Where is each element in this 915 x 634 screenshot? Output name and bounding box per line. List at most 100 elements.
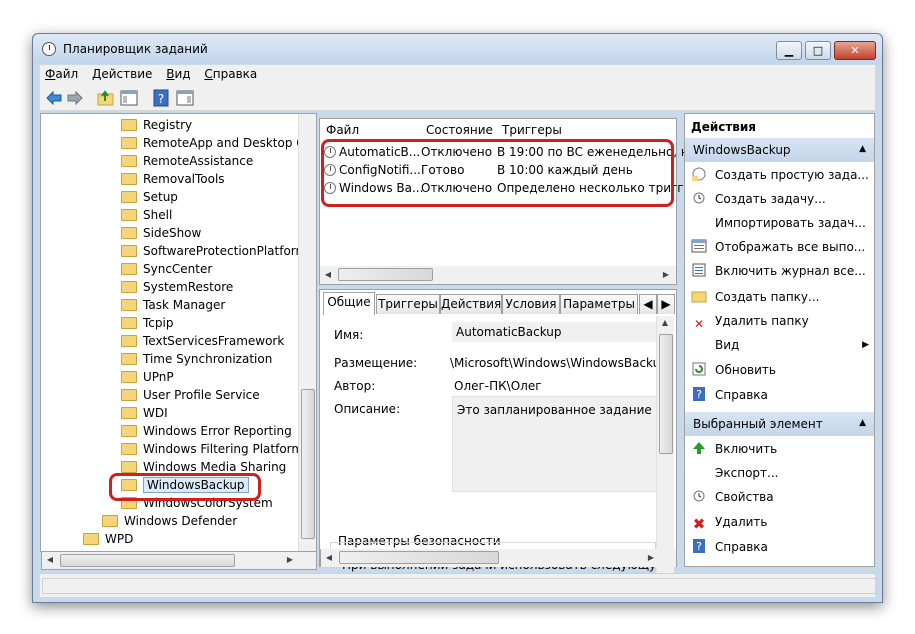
folder-icon	[121, 443, 137, 455]
collapse-arrow-icon[interactable]: ▲	[859, 144, 866, 154]
details-vertical-scrollbar[interactable]: ▲ ▼	[656, 316, 674, 574]
menu-action[interactable]: Действие	[87, 65, 157, 83]
tab-triggers[interactable]: Триггеры	[376, 294, 440, 314]
description-text: Это запланированное задание выпо	[457, 403, 655, 417]
highlight-box	[109, 473, 261, 501]
scroll-right-arrow-icon[interactable]: ▶	[643, 553, 659, 562]
minimize-button[interactable]: ▁	[776, 41, 802, 60]
action-enable-history[interactable]: Включить журнал все...	[691, 262, 866, 280]
scroll-left-arrow-icon[interactable]: ◀	[42, 555, 58, 564]
task-horizontal-scrollbar[interactable]: ◀ ▶	[320, 266, 676, 284]
column-header-status[interactable]: Состояние	[426, 123, 493, 137]
show-hide-console-tree-icon[interactable]	[120, 89, 138, 107]
details-horizontal-scrollbar[interactable]: ◀ ▶	[320, 549, 677, 567]
status-bar	[40, 573, 878, 597]
tree-item[interactable]: WDI	[121, 404, 168, 422]
action-refresh[interactable]: Обновить	[691, 361, 776, 379]
scroll-thumb[interactable]	[60, 554, 235, 567]
name-label: Имя:	[334, 328, 364, 342]
description-field[interactable]: Это запланированное задание выпо	[452, 396, 658, 492]
forward-arrow-icon[interactable]	[66, 89, 84, 107]
tree-horizontal-scrollbar[interactable]: ◀ ▶	[41, 552, 317, 570]
tab-actions[interactable]: Действия	[440, 294, 502, 314]
tree-item[interactable]: RemoteAssistance	[121, 152, 253, 170]
collapse-arrow-icon[interactable]: ▲	[859, 418, 866, 428]
tree-item[interactable]: UPnP	[121, 368, 174, 386]
action-display-running[interactable]: Отображать все выпо...	[691, 238, 865, 256]
action-create-basic-task[interactable]: Создать простую зада...	[691, 166, 869, 184]
tree-item[interactable]: RemovalTools	[121, 170, 225, 188]
folder-icon	[121, 155, 137, 167]
menu-help[interactable]: Справка	[199, 65, 262, 83]
column-header-file[interactable]: Файл	[326, 123, 359, 137]
tree-item[interactable]: Task Manager	[121, 296, 225, 314]
folder-icon	[121, 191, 137, 203]
action-create-task[interactable]: Создать задачу...	[691, 190, 826, 208]
tree-item[interactable]: RemoteApp and Desktop Co	[121, 134, 312, 152]
action-import-task[interactable]: Импортировать задач...	[691, 214, 866, 232]
menu-file[interactable]: Файл	[40, 65, 83, 83]
tab-settings[interactable]: Параметры	[560, 294, 638, 314]
tree-item[interactable]: SyncCenter	[121, 260, 212, 278]
action-delete-folder[interactable]: ✕ Удалить папку	[691, 312, 809, 331]
scroll-up-arrow-icon[interactable]: ▲	[657, 318, 673, 327]
svg-text:?: ?	[696, 388, 702, 401]
actions-pane: Действия WindowsBackup ▲ Создать простую …	[684, 113, 875, 567]
maximize-button[interactable]: □	[805, 41, 831, 60]
column-header-triggers[interactable]: Триггеры	[502, 123, 562, 137]
tree-item[interactable]: User Profile Service	[121, 386, 260, 404]
action-help-selected[interactable]: ? Справка	[691, 538, 768, 556]
tree-item[interactable]: Windows Filtering Platform	[121, 440, 303, 458]
detail-tabs: Общие Триггеры Действия Условия Параметр…	[323, 292, 675, 315]
scroll-left-arrow-icon[interactable]: ◀	[320, 270, 336, 279]
name-field[interactable]: AutomaticBackup	[452, 322, 658, 342]
action-export[interactable]: Экспорт...	[691, 464, 778, 482]
folder-icon	[121, 407, 137, 419]
scroll-right-arrow-icon[interactable]: ▶	[658, 270, 674, 279]
tree-item[interactable]: Setup	[121, 188, 178, 206]
folder-icon	[121, 281, 137, 293]
tree-item[interactable]: WPD	[83, 530, 133, 548]
folder-icon	[121, 263, 137, 275]
scroll-thumb[interactable]	[338, 268, 433, 281]
action-delete[interactable]: ✖ Удалить	[691, 513, 768, 532]
tree-vertical-scrollbar[interactable]	[298, 114, 316, 551]
display-running-icon	[691, 238, 707, 254]
action-enable[interactable]: Включить	[691, 440, 777, 458]
tab-scroll-right-icon[interactable]: ▶	[657, 294, 675, 314]
close-button[interactable]: ✕	[834, 41, 876, 60]
folder-icon	[102, 515, 118, 527]
tree-item[interactable]: Shell	[121, 206, 172, 224]
tab-conditions[interactable]: Условия	[502, 294, 560, 314]
tree-item[interactable]: TextServicesFramework	[121, 332, 284, 350]
tree-item[interactable]: Registry	[121, 116, 192, 134]
help-icon[interactable]: ?	[152, 89, 170, 107]
back-arrow-icon[interactable]	[45, 89, 63, 107]
actions-section-windowsbackup[interactable]: WindowsBackup ▲	[685, 138, 874, 162]
tree-item[interactable]: SystemRestore	[121, 278, 233, 296]
actions-section-selected-item[interactable]: Выбранный элемент ▲	[685, 412, 874, 436]
scroll-thumb[interactable]	[301, 389, 315, 539]
tree-item[interactable]: Windows Defender	[102, 512, 237, 530]
tree-item[interactable]: Windows Error Reporting	[121, 422, 292, 440]
tab-general[interactable]: Общие	[323, 292, 375, 315]
tree-item[interactable]: SoftwareProtectionPlatform	[121, 242, 307, 260]
properties-icon	[691, 488, 707, 504]
show-hide-action-pane-icon[interactable]	[176, 89, 194, 107]
tree-item[interactable]: Time Synchronization	[121, 350, 272, 368]
action-view[interactable]: Вид ▶	[691, 336, 869, 354]
tree-item[interactable]: SideShow	[121, 224, 201, 242]
scroll-thumb[interactable]	[339, 551, 499, 564]
action-help[interactable]: ? Справка	[691, 386, 768, 404]
up-folder-icon[interactable]	[97, 89, 115, 107]
scroll-thumb[interactable]	[659, 334, 673, 454]
action-new-folder[interactable]: Создать папку...	[691, 288, 819, 306]
menu-view[interactable]: Вид	[161, 65, 195, 83]
scroll-right-arrow-icon[interactable]: ▶	[282, 555, 298, 564]
scroll-left-arrow-icon[interactable]: ◀	[321, 553, 337, 562]
tab-scroll-left-icon[interactable]: ◀	[639, 294, 657, 314]
title-bar[interactable]: Планировщик заданий ▁ □ ✕	[33, 34, 882, 64]
task-list: Файл Состояние Триггеры AutomaticB...Отк…	[319, 118, 703, 285]
action-properties[interactable]: Свойства	[691, 488, 774, 506]
tree-item[interactable]: Tcpip	[121, 314, 173, 332]
